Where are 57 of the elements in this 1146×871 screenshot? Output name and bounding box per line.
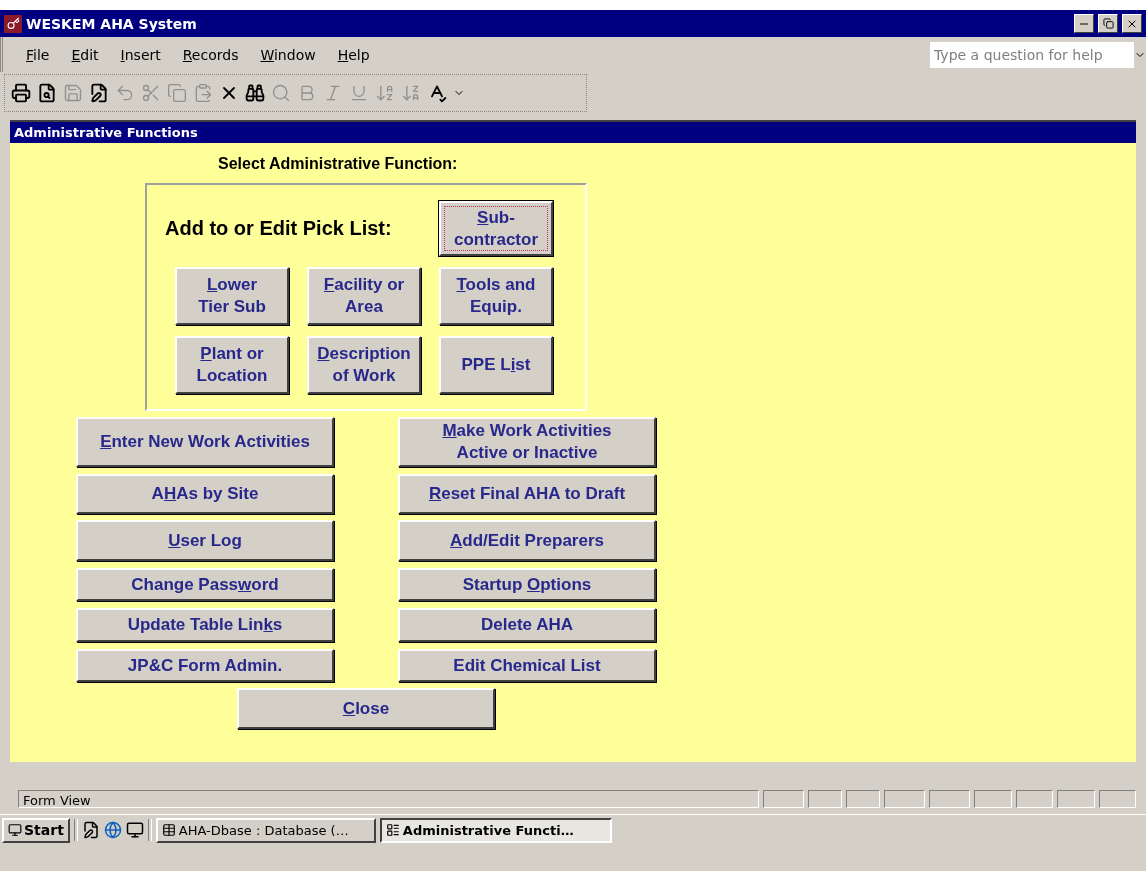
printer-icon[interactable] <box>11 83 31 103</box>
database-icon <box>161 823 176 837</box>
globe-icon[interactable] <box>103 821 122 839</box>
pick-list-button[interactable]: PPE List <box>439 336 553 395</box>
window-title: WESKEM AHA System <box>26 15 198 32</box>
menu-item[interactable]: Window <box>249 46 327 63</box>
pick-list-button[interactable]: Sub- contractor <box>439 201 553 257</box>
status-panel <box>763 790 805 808</box>
pick-list-button[interactable]: Plant or Location <box>175 336 289 395</box>
close-form-button[interactable]: Close <box>237 688 495 730</box>
function-button[interactable]: Startup Options <box>398 568 656 602</box>
restore-icon <box>1102 18 1114 29</box>
function-button[interactable]: User Log <box>76 520 334 562</box>
menu-item[interactable]: Records <box>171 46 250 63</box>
function-button[interactable]: AHAs by Site <box>76 474 334 515</box>
function-button[interactable]: Delete AHA <box>398 608 656 643</box>
form-title: Administrative Functions <box>10 122 1136 144</box>
pick-list-button[interactable]: Tools and Equip. <box>439 267 553 326</box>
taskbar-button[interactable]: Administrative Functi… <box>379 817 612 843</box>
menu-item[interactable]: Edit <box>60 46 110 63</box>
function-button[interactable]: Reset Final AHA to Draft <box>398 474 656 515</box>
status-panel <box>1098 790 1136 808</box>
function-button[interactable]: JP&C Form Admin. <box>76 649 334 683</box>
key-icon <box>4 14 22 33</box>
taskbar-button[interactable]: AHA-Dbase : Database (… <box>155 817 376 843</box>
status-panel <box>846 790 880 808</box>
function-button[interactable]: Enter New Work Activities <box>76 417 334 468</box>
status-panel <box>808 790 842 808</box>
form-heading: Select Administrative Function: <box>218 155 459 174</box>
status-text: Form View <box>18 790 759 808</box>
pick-list-button[interactable]: Lower Tier Sub <box>175 267 289 326</box>
monitor-icon[interactable] <box>125 821 144 839</box>
print-preview-icon[interactable] <box>37 83 57 103</box>
pick-list-button[interactable]: Description of Work <box>307 336 421 395</box>
form-icon <box>385 823 400 837</box>
minimize-button[interactable] <box>1074 14 1094 33</box>
status-panel <box>883 790 925 808</box>
close-button[interactable] <box>1122 14 1142 33</box>
pick-list-label: Add to or Edit Pick List: <box>165 217 392 241</box>
status-panel <box>1057 790 1095 808</box>
status-panel <box>974 790 1012 808</box>
status-panel <box>928 790 970 808</box>
binoculars-icon[interactable] <box>245 83 265 103</box>
restore-button[interactable] <box>1098 14 1118 33</box>
function-button[interactable]: Change Password <box>76 568 334 602</box>
function-button[interactable]: Edit Chemical List <box>398 649 656 683</box>
start-button[interactable]: Start <box>2 817 70 843</box>
help-search-field[interactable]: Type a question for help <box>930 41 1134 68</box>
save-edit-icon[interactable] <box>89 83 109 103</box>
menu-item[interactable]: Help <box>326 46 381 63</box>
menu-item[interactable]: Insert <box>109 46 172 63</box>
function-button[interactable]: Add/Edit Preparers <box>398 520 656 562</box>
function-button[interactable]: Make Work Activities Active or Inactive <box>398 417 656 468</box>
menu-item[interactable]: File <box>15 46 61 63</box>
status-panel <box>1015 790 1053 808</box>
pick-list-button[interactable]: Facility or Area <box>307 267 421 326</box>
function-button[interactable]: Update Table Links <box>76 608 334 643</box>
